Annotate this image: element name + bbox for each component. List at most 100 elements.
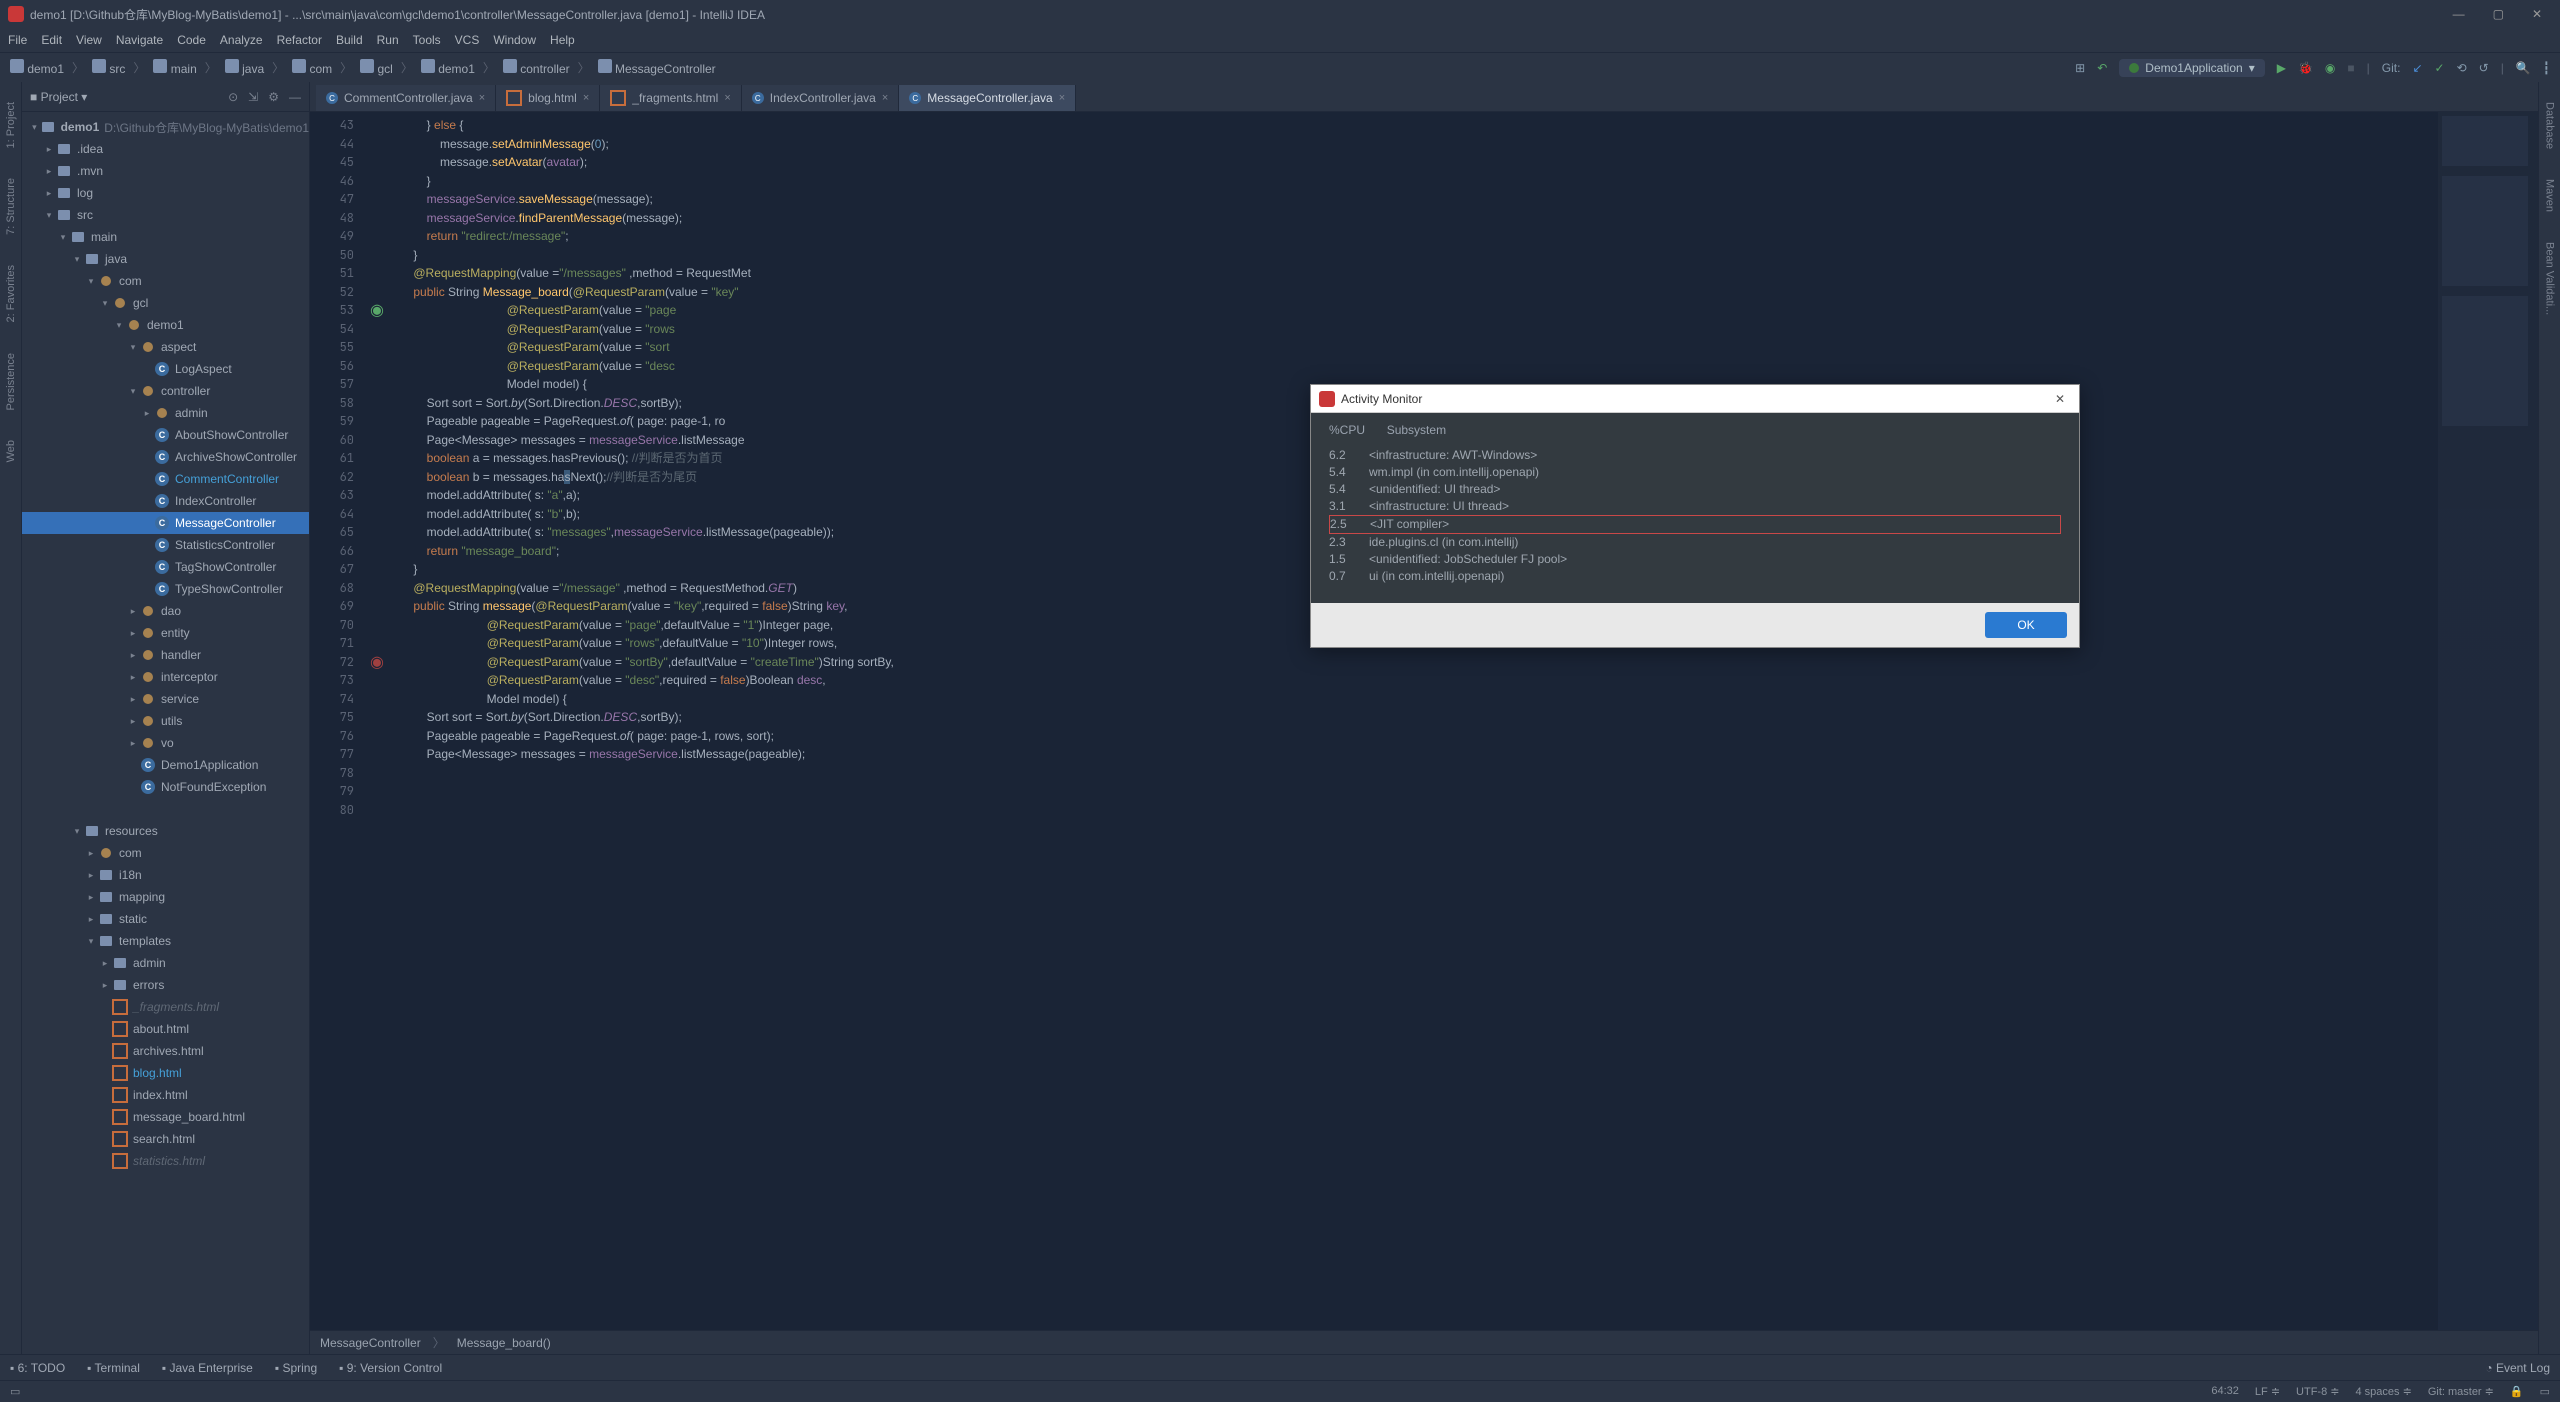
right-tool-maven[interactable]: Maven (2544, 179, 2556, 212)
menu-view[interactable]: View (76, 33, 102, 47)
dialog-close-button[interactable]: ✕ (2049, 392, 2071, 406)
tree-item-vo[interactable]: ▸vo (22, 732, 309, 754)
tree-item-demo1[interactable]: ▾demo1D:\Github仓库\MyBlog-MyBatis\demo1 (22, 116, 309, 138)
tree-item-admin[interactable]: ▸admin (22, 402, 309, 424)
bottom-tool-java-enterprise[interactable]: ▪ Java Enterprise (162, 1361, 253, 1375)
layout-icon[interactable]: ⊞ (2075, 61, 2085, 75)
collapse-all-icon[interactable]: ⇲ (248, 90, 258, 104)
tree-item-AboutShowController[interactable]: AboutShowController (22, 424, 309, 446)
maximize-button[interactable]: ▢ (2493, 7, 2504, 21)
tree-item-java[interactable]: ▾java (22, 248, 309, 270)
crumb-java[interactable]: java (225, 59, 264, 76)
tab-blog.html[interactable]: blog.html× (496, 85, 600, 111)
tree-item-controller[interactable]: ▾controller (22, 380, 309, 402)
tree-item-statistics.html[interactable]: statistics.html (22, 1150, 309, 1172)
minimize-button[interactable]: — (2453, 7, 2465, 21)
git-commit-icon[interactable]: ✓ (2435, 61, 2445, 75)
tree-item-utils[interactable]: ▸utils (22, 710, 309, 732)
activity-row[interactable]: 0.7ui (in com.intellij.openapi) (1329, 568, 2061, 585)
menu-vcs[interactable]: VCS (455, 33, 480, 47)
tree-item-admin[interactable]: ▸admin (22, 952, 309, 974)
tree-item-entity[interactable]: ▸entity (22, 622, 309, 644)
tab-close-icon[interactable]: × (1059, 92, 1065, 104)
tree-item-interceptor[interactable]: ▸interceptor (22, 666, 309, 688)
tab-close-icon[interactable]: × (583, 92, 589, 104)
search-icon[interactable]: 🔍 (2516, 61, 2531, 75)
git-branch[interactable]: Git: master ≑ (2428, 1385, 2494, 1398)
sidebar-settings-icon[interactable]: ⚙ (268, 90, 279, 104)
menu-window[interactable]: Window (493, 33, 536, 47)
encoding[interactable]: UTF-8 ≑ (2296, 1385, 2339, 1398)
tree-item-resources[interactable]: ▾resources (22, 820, 309, 842)
tree-item-message_board.html[interactable]: message_board.html (22, 1106, 309, 1128)
indent[interactable]: 4 spaces ≑ (2356, 1385, 2412, 1398)
tree-item-handler[interactable]: ▸handler (22, 644, 309, 666)
tree-item-TypeShowController[interactable]: TypeShowController (22, 578, 309, 600)
tree-item-index.html[interactable]: index.html (22, 1084, 309, 1106)
right-tool-bean-validati---[interactable]: Bean Validati... (2544, 242, 2556, 315)
tree-item-com[interactable]: ▾com (22, 270, 309, 292)
run-config-dropdown[interactable]: Demo1Application ▾ (2119, 59, 2264, 77)
tree-item-ArchiveShowController[interactable]: ArchiveShowController (22, 446, 309, 468)
scroll-from-source-icon[interactable]: ⊙ (228, 90, 238, 104)
menu-run[interactable]: Run (377, 33, 399, 47)
close-button[interactable]: ✕ (2532, 7, 2542, 21)
settings-icon[interactable]: ┇ (2543, 61, 2550, 75)
coverage-button[interactable]: ◉ (2325, 61, 2335, 75)
left-tool-2--favorites[interactable]: 2: Favorites (5, 265, 17, 322)
tree-item-main[interactable]: ▾main (22, 226, 309, 248)
tree-item-com[interactable]: ▸com (22, 842, 309, 864)
menu-build[interactable]: Build (336, 33, 363, 47)
crumb-demo1[interactable]: demo1 (10, 59, 64, 76)
tree-item-gcl[interactable]: ▾gcl (22, 292, 309, 314)
activity-row[interactable]: 1.5<unidentified: JobScheduler FJ pool> (1329, 551, 2061, 568)
back-icon[interactable]: ↶ (2097, 61, 2107, 75)
bottom-tool-9--version-control[interactable]: ▪ 9: Version Control (339, 1361, 442, 1375)
menu-refactor[interactable]: Refactor (277, 33, 322, 47)
activity-row[interactable]: 2.3ide.plugins.cl (in com.intellij) (1329, 534, 2061, 551)
project-view-dropdown[interactable]: ■ Project ▾ (30, 90, 87, 104)
tree-item-search.html[interactable]: search.html (22, 1128, 309, 1150)
activity-list[interactable]: 6.2<infrastructure: AWT-Windows>5.4wm.im… (1319, 441, 2071, 591)
inspector-icon[interactable]: ▭ (2540, 1385, 2550, 1398)
tree-item-_fragments.html[interactable]: _fragments.html (22, 996, 309, 1018)
activity-row[interactable]: 2.5<JIT compiler> (1329, 515, 2061, 534)
tree-item-MessageController[interactable]: MessageController (22, 512, 309, 534)
tree-item-CommentController[interactable]: CommentController (22, 468, 309, 490)
git-revert-icon[interactable]: ↺ (2479, 61, 2489, 75)
tab-IndexController.java[interactable]: IndexController.java× (742, 85, 900, 111)
tree-item-blog.html[interactable]: blog.html (22, 1062, 309, 1084)
tab-CommentController.java[interactable]: CommentController.java× (316, 85, 496, 111)
activity-row[interactable]: 3.1<infrastructure: UI thread> (1329, 498, 2061, 515)
crumb-src[interactable]: src (92, 59, 125, 76)
crumb-com[interactable]: com (292, 59, 332, 76)
tab-MessageController.java[interactable]: MessageController.java× (899, 85, 1076, 111)
tree-item-NotFoundException[interactable]: NotFoundException (22, 776, 309, 798)
menu-navigate[interactable]: Navigate (116, 33, 163, 47)
tab-_fragments.html[interactable]: _fragments.html× (600, 85, 741, 111)
tree-item-errors[interactable]: ▸errors (22, 974, 309, 996)
menu-help[interactable]: Help (550, 33, 575, 47)
status-msg-icon[interactable]: ▭ (10, 1385, 20, 1398)
lock-icon[interactable]: 🔒 (2510, 1385, 2524, 1398)
bottom-tool-terminal[interactable]: ▪ Terminal (87, 1361, 140, 1375)
tree-item-aspect[interactable]: ▾aspect (22, 336, 309, 358)
dialog-title-bar[interactable]: Activity Monitor ✕ (1311, 385, 2079, 413)
tree-item-archives.html[interactable]: archives.html (22, 1040, 309, 1062)
crumb-main[interactable]: main (153, 59, 196, 76)
tab-close-icon[interactable]: × (479, 92, 485, 104)
left-tool-7--structure[interactable]: 7: Structure (5, 178, 17, 235)
tree-item-IndexController[interactable]: IndexController (22, 490, 309, 512)
tree-item-about.html[interactable]: about.html (22, 1018, 309, 1040)
code-editor[interactable]: } else { message.setAdminMessage(0); mes… (390, 112, 2538, 1330)
hide-sidebar-icon[interactable]: — (289, 90, 301, 104)
line-separator[interactable]: LF ≑ (2255, 1385, 2280, 1398)
left-tool-web[interactable]: Web (5, 440, 17, 462)
project-tree[interactable]: ▾demo1D:\Github仓库\MyBlog-MyBatis\demo1 ▸.… (22, 112, 309, 1354)
crumb-controller[interactable]: controller (503, 59, 570, 76)
editor-crumb-1[interactable]: Message_board() (457, 1336, 551, 1350)
run-button[interactable]: ▶ (2277, 61, 2286, 75)
left-tool-persistence[interactable]: Persistence (5, 353, 17, 410)
tree-item-service[interactable]: ▸service (22, 688, 309, 710)
tree-item-.mvn[interactable]: ▸.mvn (22, 160, 309, 182)
